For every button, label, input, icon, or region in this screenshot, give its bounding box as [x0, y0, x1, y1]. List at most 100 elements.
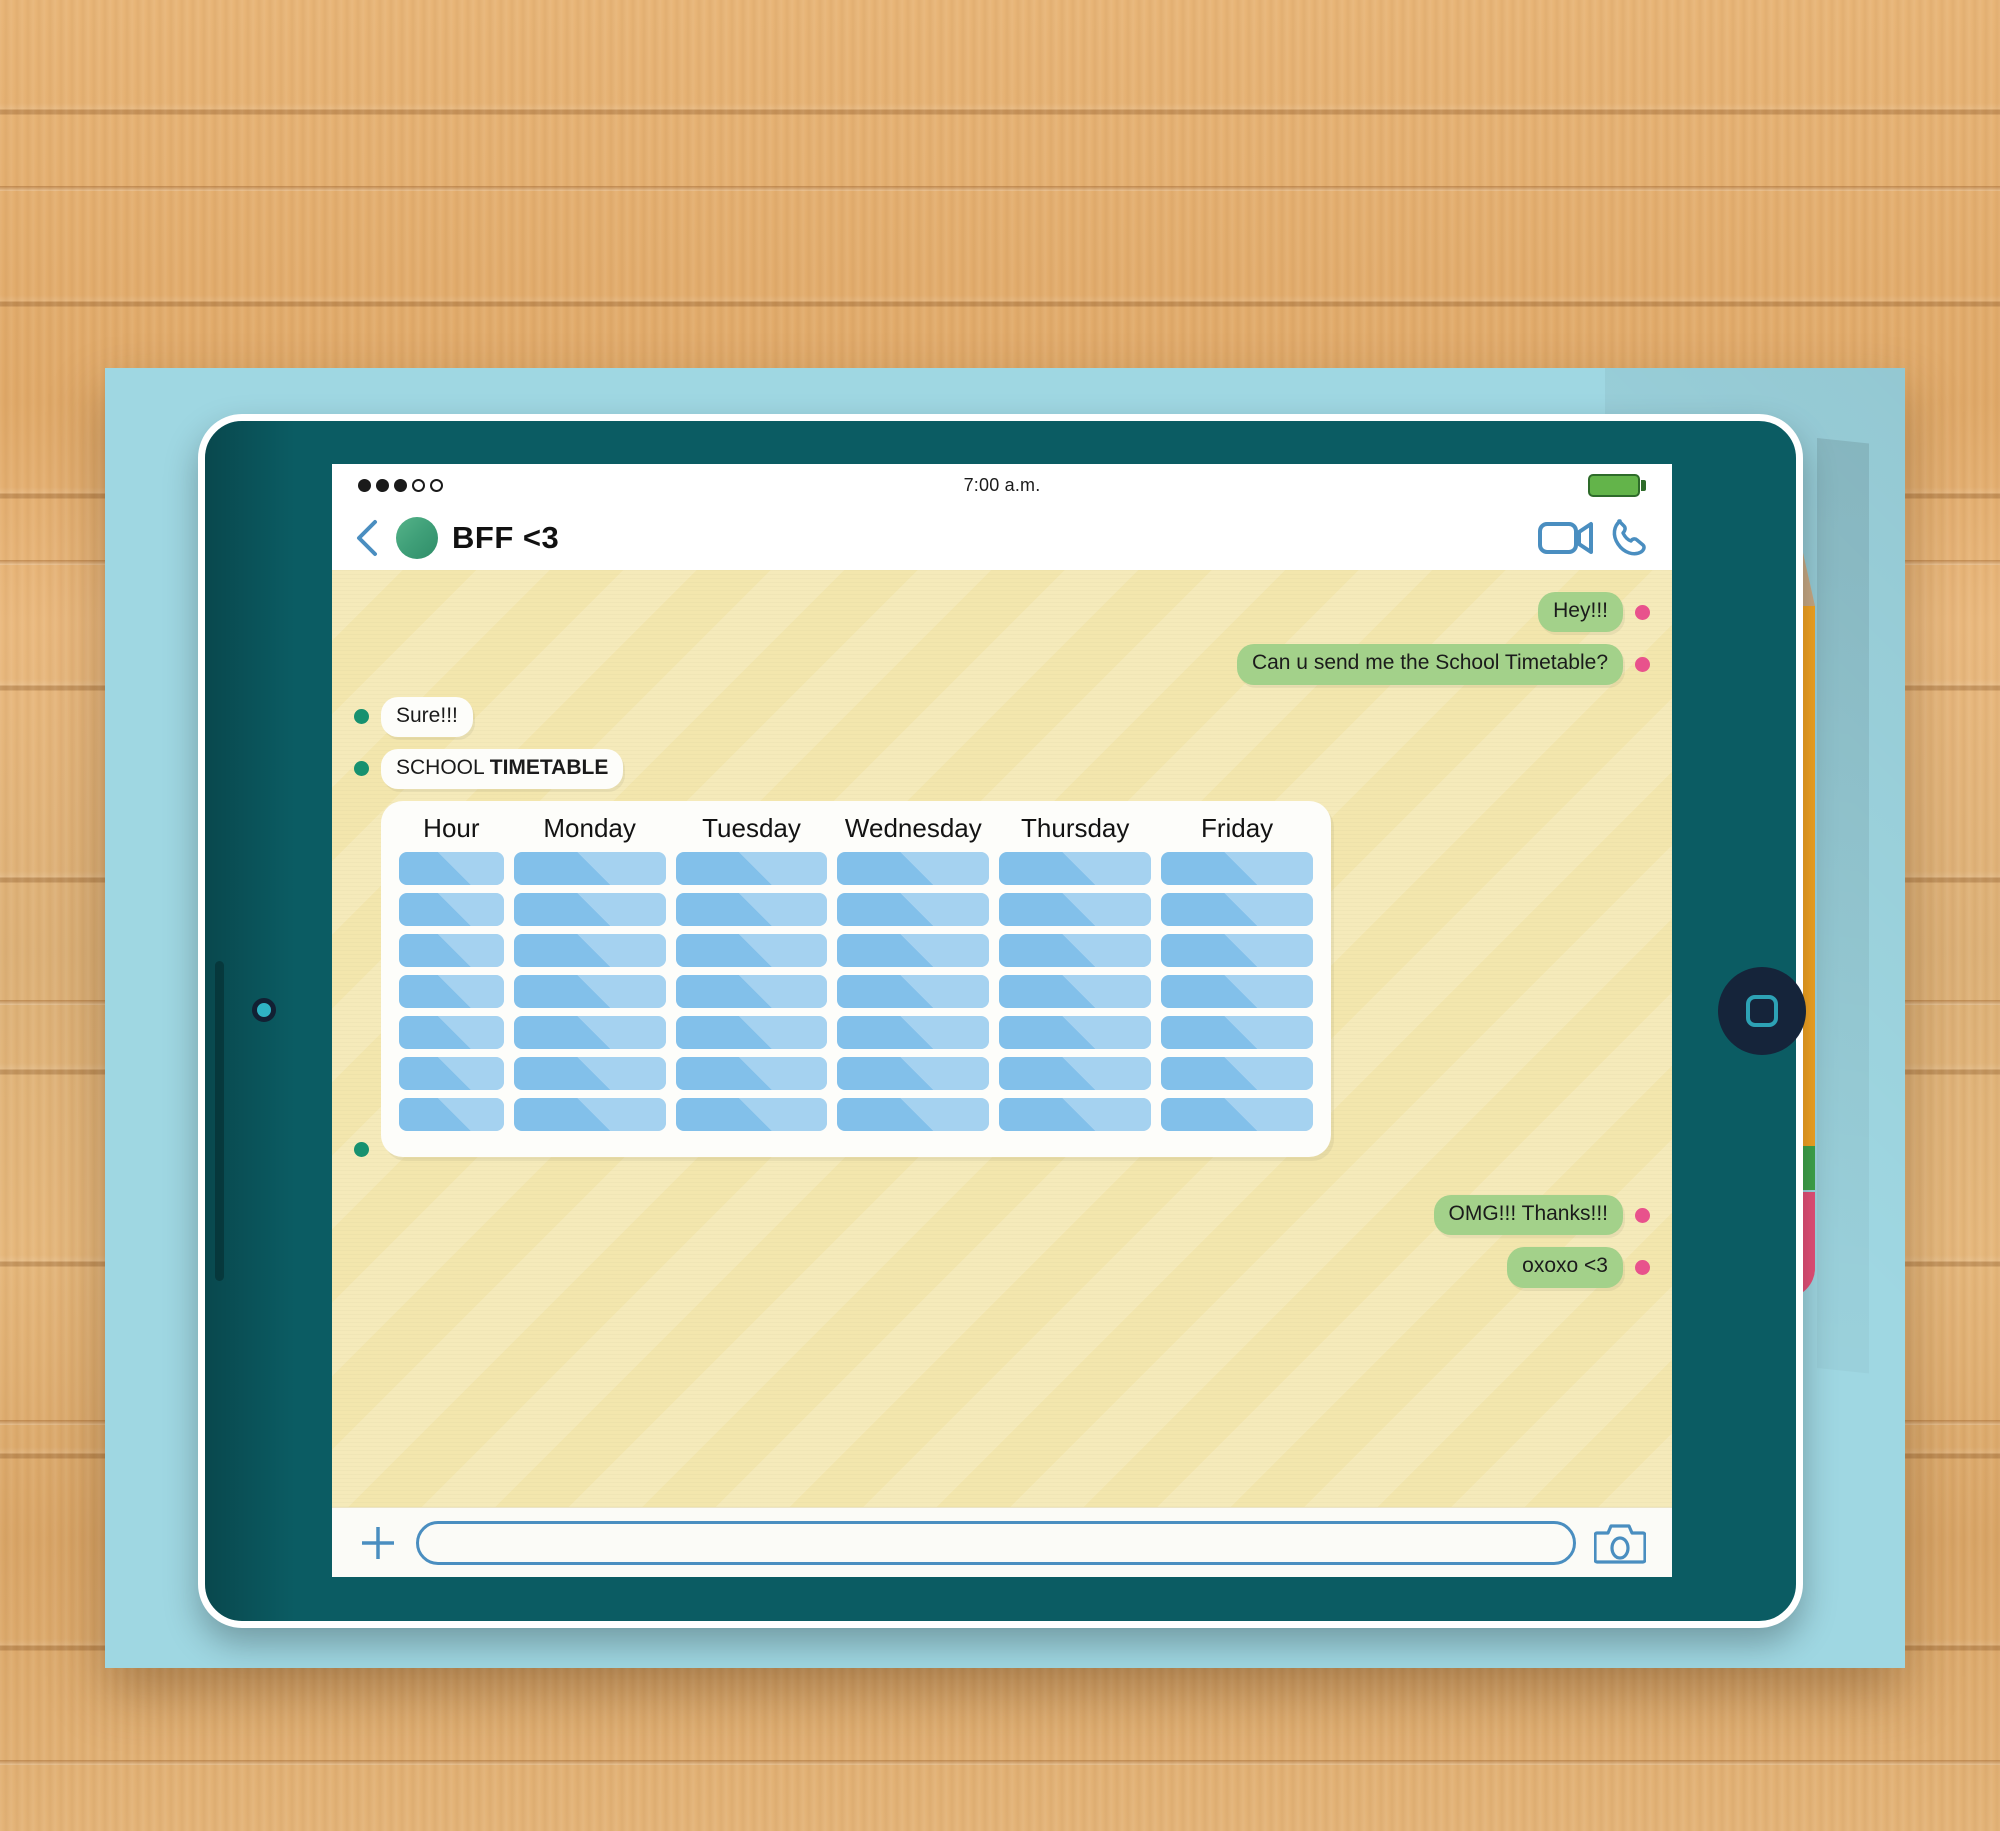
timetable-cell[interactable]: [999, 1016, 1152, 1049]
message-row: Can u send me the School Timetable?: [354, 644, 1650, 685]
timetable-cell[interactable]: [837, 1016, 990, 1049]
chat-bubble-incoming-title[interactable]: SCHOOL TIMETABLE: [381, 748, 624, 789]
message-row: oxoxo <3: [354, 1247, 1650, 1288]
timetable-cell[interactable]: [1161, 975, 1313, 1008]
timetable-cell[interactable]: [675, 934, 828, 967]
message-input-bar: [332, 1507, 1672, 1577]
timetable-cell[interactable]: [837, 852, 990, 885]
timetable-row: [399, 1057, 1313, 1090]
chat-bubble-outgoing[interactable]: Can u send me the School Timetable?: [1236, 644, 1623, 685]
timetable-row: [399, 852, 1313, 885]
timetable-cell[interactable]: [837, 1057, 990, 1090]
timetable-cell[interactable]: [837, 1098, 990, 1131]
message-status-dot: [1635, 1259, 1650, 1275]
timetable-cell[interactable]: [513, 1057, 666, 1090]
timetable-cell[interactable]: [513, 1016, 666, 1049]
timetable-cell[interactable]: [999, 975, 1152, 1008]
camera-icon[interactable]: [1594, 1521, 1646, 1565]
message-status-dot: [354, 709, 369, 725]
timetable-cell[interactable]: [399, 1016, 504, 1049]
status-bar: 7:00 a.m.: [332, 464, 1672, 506]
timetable-cell[interactable]: [399, 852, 504, 885]
timetable-cell[interactable]: [675, 1057, 828, 1090]
timetable-cell[interactable]: [675, 852, 828, 885]
timetable-row: [399, 1016, 1313, 1049]
timetable-cell[interactable]: [399, 893, 504, 926]
chat-message-area[interactable]: Hey!!! Can u send me the School Timetabl…: [332, 570, 1672, 1507]
timetable-cell[interactable]: [675, 1098, 828, 1131]
timetable-label-bold: TIMETABLE: [489, 755, 609, 779]
video-camera-icon[interactable]: [1538, 519, 1594, 557]
chat-header: BFF <3: [332, 506, 1672, 570]
timetable-row: [399, 1098, 1313, 1131]
plus-icon[interactable]: [358, 1523, 398, 1563]
message-status-dot: [354, 761, 369, 777]
avatar[interactable]: [396, 517, 438, 559]
contact-name: BFF <3: [452, 520, 560, 555]
timetable-cell[interactable]: [1161, 893, 1313, 926]
chat-bubble-outgoing[interactable]: oxoxo <3: [1507, 1247, 1623, 1288]
timetable-cell[interactable]: [999, 893, 1152, 926]
chat-bubble-incoming[interactable]: Sure!!!: [381, 696, 473, 737]
timetable-cell[interactable]: [999, 934, 1152, 967]
message-row: Hey!!!: [354, 592, 1650, 633]
chat-bubble-outgoing[interactable]: Hey!!!: [1538, 592, 1623, 633]
header-actions: [1538, 517, 1650, 559]
timetable-cell[interactable]: [675, 893, 828, 926]
timetable-column-header-tuesday: Tuesday: [702, 813, 801, 843]
timetable-cell[interactable]: [399, 1057, 504, 1090]
timetable-cell[interactable]: [513, 934, 666, 967]
message-row: OMG!!! Thanks!!!: [354, 1195, 1650, 1236]
phone-handset-icon[interactable]: [1610, 517, 1650, 559]
timetable-column-header-hour: Hour: [423, 813, 480, 843]
timetable-column-header-monday: Monday: [543, 813, 636, 843]
front-camera-lens: [252, 998, 276, 1022]
timetable-row: [399, 975, 1313, 1008]
timetable-cell[interactable]: [837, 975, 990, 1008]
timetable-cell[interactable]: [999, 1057, 1152, 1090]
message-input[interactable]: [416, 1520, 1576, 1565]
timetable-cell[interactable]: [513, 893, 666, 926]
timetable-label-light: SCHOOL: [396, 755, 490, 779]
timetable-cell[interactable]: [1161, 934, 1313, 967]
message-status-dot: [1635, 604, 1650, 620]
device-screen: 7:00 a.m. BFF <3 Hey!!! Can u send me th…: [332, 464, 1672, 1577]
chevron-left-icon[interactable]: [352, 518, 382, 558]
timetable-cell[interactable]: [513, 1098, 666, 1131]
timetable-cell[interactable]: [837, 934, 990, 967]
timetable-cell[interactable]: [675, 975, 828, 1008]
message-status-dot: [1635, 1207, 1650, 1223]
plank-seam: [0, 1760, 2000, 1765]
plank-seam: [0, 186, 2000, 191]
timetable-header-row: Hour Monday Tuesday Wednesday Thursday F…: [399, 813, 1313, 844]
message-row: Sure!!!: [354, 696, 1650, 737]
timetable-cell[interactable]: [399, 975, 504, 1008]
message-list: Hey!!! Can u send me the School Timetabl…: [332, 570, 1672, 1298]
tablet-side-button[interactable]: [215, 961, 224, 1281]
timetable-cell[interactable]: [1161, 1016, 1313, 1049]
message-row: SCHOOL TIMETABLE: [354, 748, 1650, 789]
timetable-cell[interactable]: [399, 934, 504, 967]
timetable-cell[interactable]: [1161, 1057, 1313, 1090]
timetable-column-header-thursday: Thursday: [1021, 813, 1130, 843]
message-status-dot: [1635, 656, 1650, 672]
timetable-body: [399, 852, 1313, 1131]
timetable-row: [399, 893, 1313, 926]
timetable-column-header-friday: Friday: [1200, 813, 1274, 843]
chat-bubble-outgoing[interactable]: OMG!!! Thanks!!!: [1433, 1195, 1623, 1236]
timetable-cell[interactable]: [399, 1098, 504, 1131]
timetable-cell[interactable]: [675, 1016, 828, 1049]
status-bar-clock: 7:00 a.m.: [963, 474, 1041, 495]
timetable-cell[interactable]: [513, 975, 666, 1008]
school-timetable-card[interactable]: Hour Monday Tuesday Wednesday Thursday F…: [381, 801, 1331, 1157]
timetable-cell[interactable]: [513, 852, 666, 885]
timetable-cell[interactable]: [1161, 852, 1313, 885]
timetable-cell[interactable]: [837, 893, 990, 926]
home-button-square-icon: [1746, 995, 1778, 1027]
timetable-cell[interactable]: [1161, 1098, 1313, 1131]
timetable-cell[interactable]: [999, 852, 1152, 885]
desk-background: 7:00 a.m. BFF <3 Hey!!! Can u send me th…: [0, 0, 2000, 1831]
timetable-cell[interactable]: [999, 1098, 1152, 1131]
home-button[interactable]: [1718, 967, 1806, 1055]
pencil-drop-shadow: [1817, 438, 1869, 1374]
